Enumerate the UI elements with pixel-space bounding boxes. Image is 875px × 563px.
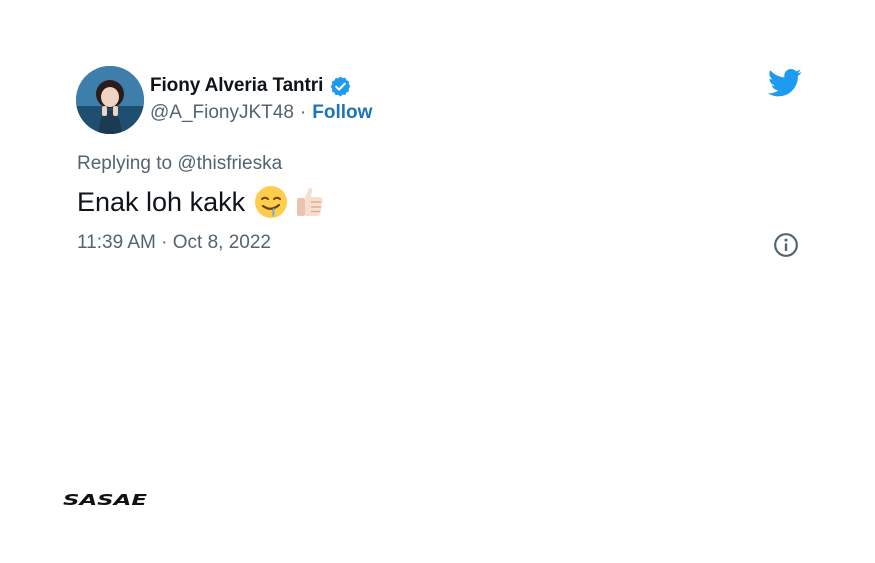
watermark-logo: SASAE: [63, 490, 148, 510]
twitter-bird-icon[interactable]: [768, 68, 802, 98]
info-icon[interactable]: [773, 232, 799, 258]
separator-dot: ·: [299, 102, 307, 123]
tweet-timestamp[interactable]: 11:39 AM · Oct 8, 2022: [77, 232, 271, 254]
embedded-tweet: Fiony Alveria Tantri @A_FionyJKT48 · Fol…: [0, 0, 875, 563]
avatar-image: [76, 66, 144, 134]
author-name-row: Fiony Alveria Tantri: [150, 74, 352, 98]
author-handle[interactable]: @A_FionyJKT48: [150, 102, 294, 124]
author-handle-row: @A_FionyJKT48 · Follow: [150, 102, 372, 124]
drooling-face-emoji: [253, 184, 289, 220]
thumbs-up-emoji: [291, 184, 327, 220]
replying-to-mention[interactable]: @thisfrieska: [177, 153, 282, 174]
watermark-text: SASAE: [63, 491, 148, 509]
replying-to-label: Replying to: [77, 153, 173, 174]
replying-to-line: Replying to @thisfrieska: [77, 153, 282, 175]
tweet-body: Enak loh kakk: [77, 186, 246, 217]
tweet-text: Enak loh kakk: [77, 183, 327, 221]
avatar[interactable]: [76, 66, 144, 134]
verified-badge-icon: [329, 75, 352, 98]
author-display-name[interactable]: Fiony Alveria Tantri: [150, 75, 323, 97]
follow-button[interactable]: Follow: [312, 102, 372, 124]
